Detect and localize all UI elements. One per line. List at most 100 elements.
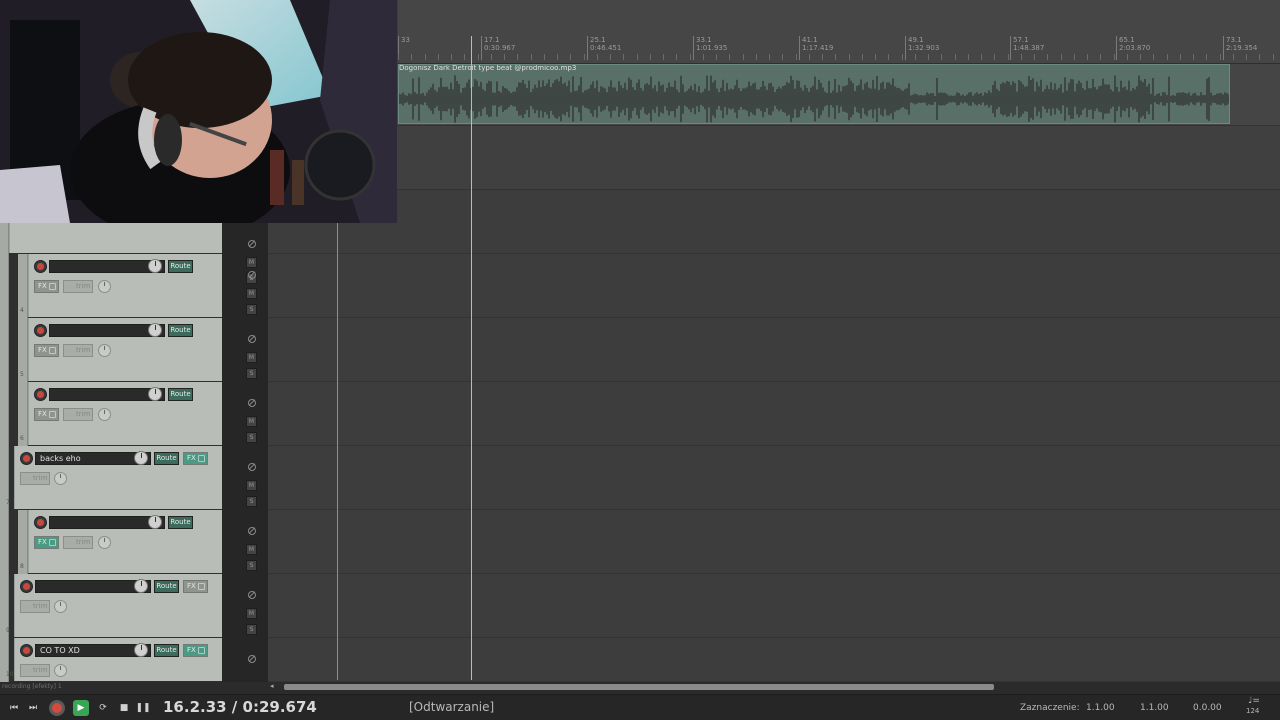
record-arm-button[interactable] [34, 260, 47, 273]
phase-icon[interactable] [248, 463, 256, 471]
phase-icon[interactable] [248, 527, 256, 535]
volume-knob[interactable] [134, 451, 148, 465]
mute-button[interactable]: M [246, 416, 257, 427]
go-to-end-button[interactable]: ⏭ [25, 700, 41, 716]
trim-button[interactable]: trim [63, 280, 93, 293]
play-button[interactable]: ▶ [73, 700, 89, 716]
mute-button[interactable]: M [246, 480, 257, 491]
fx-button[interactable]: FX [34, 408, 59, 421]
timeline-ruler[interactable]: 33 17.1 0:30.967 25.1 0:46.451 33.1 1:01.935 41… [398, 0, 1280, 64]
metronome-icon[interactable]: ♩= [1247, 696, 1261, 706]
phase-icon[interactable] [248, 271, 256, 279]
volume-knob[interactable] [148, 259, 162, 273]
scroll-left-icon[interactable]: ◂ [270, 682, 274, 690]
trim-button[interactable]: trim [63, 408, 93, 421]
fx-bypass-icon[interactable] [198, 583, 205, 590]
track-lane[interactable] [268, 254, 1280, 318]
go-to-start-button[interactable]: ⏮ [6, 700, 22, 716]
track-partial[interactable] [0, 223, 222, 254]
record-arm-button[interactable] [34, 324, 47, 337]
track-lane[interactable] [268, 318, 1280, 382]
track-header[interactable]: 6 Route FX trim [0, 382, 222, 446]
trim-button[interactable]: trim [20, 664, 50, 677]
fx-button[interactable]: FX [34, 280, 59, 293]
fx-bypass-icon[interactable] [49, 539, 56, 546]
track-header[interactable]: 4 Route FX trim [0, 254, 222, 318]
track-header[interactable]: 10 CO TO XD Route FX trim [0, 638, 222, 682]
selection-start[interactable]: 1.1.00 [1086, 703, 1115, 713]
phase-icon[interactable] [248, 335, 256, 343]
fx-button[interactable]: FX [183, 452, 208, 465]
phase-icon[interactable] [248, 591, 256, 599]
track-lane[interactable] [268, 638, 1280, 682]
volume-knob[interactable] [134, 579, 148, 593]
pan-knob[interactable] [98, 280, 111, 293]
mute-button[interactable]: M [246, 544, 257, 555]
pan-knob[interactable] [54, 664, 67, 677]
track-lane[interactable] [268, 190, 1280, 254]
pan-knob[interactable] [98, 408, 111, 421]
volume-knob[interactable] [134, 643, 148, 657]
pause-button[interactable]: ❚❚ [135, 700, 151, 716]
pan-knob[interactable] [54, 472, 67, 485]
solo-button[interactable]: S [246, 368, 257, 379]
record-arm-button[interactable] [34, 388, 47, 401]
phase-icon[interactable] [248, 399, 256, 407]
solo-button[interactable]: S [246, 432, 257, 443]
arrange-view[interactable]: 33 17.1 0:30.967 25.1 0:46.451 33.1 1:01.935 41… [268, 0, 1280, 682]
solo-button[interactable]: S [246, 624, 257, 635]
time-display[interactable]: 16.2.33 / 0:29.674 [163, 698, 317, 716]
phase-icon[interactable] [248, 655, 256, 663]
route-button[interactable]: Route [168, 516, 193, 529]
track-lane[interactable] [268, 446, 1280, 510]
record-arm-button[interactable] [20, 580, 33, 593]
playhead-cursor[interactable] [471, 36, 472, 680]
route-button[interactable]: Route [154, 452, 179, 465]
route-button[interactable]: Route [168, 324, 193, 337]
mute-button[interactable]: M [246, 257, 257, 268]
stop-button[interactable]: ■ [116, 700, 132, 716]
mute-button[interactable]: M [246, 288, 257, 299]
solo-button[interactable]: S [246, 496, 257, 507]
scrollbar-thumb[interactable] [284, 684, 994, 690]
track-lane[interactable] [268, 126, 1280, 190]
bpm-value[interactable]: 124 [1246, 707, 1259, 715]
record-arm-button[interactable] [20, 452, 33, 465]
trim-button[interactable]: trim [20, 472, 50, 485]
mute-button[interactable]: M [246, 352, 257, 363]
mute-button[interactable]: M [246, 608, 257, 619]
pan-knob[interactable] [54, 600, 67, 613]
horizontal-scrollbar[interactable]: ◂ [268, 682, 1280, 692]
route-button[interactable]: Route [168, 388, 193, 401]
track-header[interactable]: 9 Route FX trim [0, 574, 222, 638]
phase-icon[interactable] [248, 240, 256, 248]
track-header[interactable]: 8 Route FX trim [0, 510, 222, 574]
track-header[interactable]: 5 Route FX trim [0, 318, 222, 382]
track-lane[interactable] [268, 382, 1280, 446]
fx-button[interactable]: FX [34, 344, 59, 357]
media-item[interactable]: Dogonisz Dark Detroit type beat @prodmic… [398, 64, 1230, 124]
pan-knob[interactable] [98, 536, 111, 549]
track-header[interactable]: 7 backs eho Route FX trim [0, 446, 222, 510]
repeat-icon[interactable]: ⟳ [95, 700, 111, 716]
fx-bypass-icon[interactable] [49, 347, 56, 354]
pan-knob[interactable] [98, 344, 111, 357]
route-button[interactable]: Route [154, 644, 179, 657]
fx-bypass-icon[interactable] [198, 647, 205, 654]
trim-button[interactable]: trim [63, 344, 93, 357]
track-lane[interactable] [268, 574, 1280, 638]
selection-end[interactable]: 1.1.00 [1140, 703, 1169, 713]
record-arm-button[interactable] [34, 516, 47, 529]
trim-button[interactable]: trim [63, 536, 93, 549]
volume-knob[interactable] [148, 515, 162, 529]
trim-button[interactable]: trim [20, 600, 50, 613]
solo-button[interactable]: S [246, 560, 257, 571]
track-lane[interactable] [268, 510, 1280, 574]
fx-button[interactable]: FX [34, 536, 59, 549]
volume-knob[interactable] [148, 323, 162, 337]
fx-button[interactable]: FX [183, 580, 208, 593]
volume-knob[interactable] [148, 387, 162, 401]
record-button[interactable] [49, 700, 65, 716]
fx-button[interactable]: FX [183, 644, 208, 657]
route-button[interactable]: Route [154, 580, 179, 593]
